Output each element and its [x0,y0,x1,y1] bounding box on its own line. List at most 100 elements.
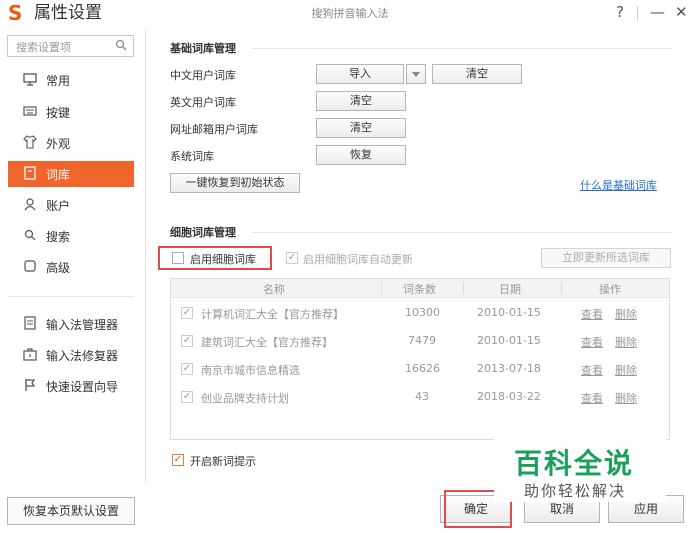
clear-chinese-button[interactable]: 清空 [432,64,522,84]
search-icon [22,228,38,244]
clear-english-button[interactable]: 清空 [316,91,406,111]
watermark: 百科全说 助你轻松解决 [494,436,666,502]
watermark-title: 百科全说 [514,447,635,480]
row-name: 建筑词汇大全【官方推荐】 [201,336,333,349]
search-icon[interactable] [115,39,127,51]
sidebar-item-advanced[interactable]: 高级 [0,254,135,280]
sidebar-tool-ime-repair[interactable]: 输入法修复器 [0,342,135,368]
sidebar-item-label: 按键 [46,106,71,120]
title-divider [637,6,638,20]
square-icon [22,259,38,275]
section-divider [252,48,672,49]
table-row[interactable]: ✓ 创业品牌支持计划 43 2018-03-22 查看 删除 [171,383,669,411]
system-dict-label: 系统词库 [170,150,214,163]
delete-link[interactable]: 删除 [615,390,637,406]
row-name: 南京市城市信息精选 [201,364,300,377]
view-link[interactable]: 查看 [581,390,603,406]
section-divider [252,232,672,233]
search-placeholder: 搜索设置项 [16,41,71,54]
sidebar-tool-label: 输入法修复器 [46,349,119,363]
sidebar-item-label: 词库 [46,168,71,182]
sidebar-divider [8,296,134,297]
sidebar-item-dictionary[interactable]: 词库 [8,161,134,187]
english-dict-label: 英文用户词库 [170,96,236,109]
sidebar-item-label: 账户 [46,199,71,213]
title-bar: S 属性设置 搜狗拼音输入法 ? — ✕ [0,0,692,28]
url-email-dict-label: 网址邮箱用户词库 [170,123,258,136]
highlight-box [158,246,272,270]
import-dropdown-button[interactable] [406,64,426,84]
shirt-icon [22,135,38,151]
search-input[interactable]: 搜索设置项 [7,35,134,57]
keyboard-icon [22,104,38,120]
row-checkbox[interactable]: ✓ [181,391,193,403]
table-row[interactable]: ✓ 计算机词汇大全【官方推荐】 10300 2010-01-15 查看 删除 [171,299,669,327]
chevron-down-icon [412,72,420,77]
view-link[interactable]: 查看 [581,362,603,378]
minimize-button[interactable]: — [650,2,665,22]
column-divider [381,282,382,294]
table-row[interactable]: ✓ 南京市城市信息精选 16626 2013-07-18 查看 删除 [171,355,669,383]
cell-dict-table: 名称 词条数 日期 操作 ✓ 计算机词汇大全【官方推荐】 10300 2010-… [170,278,670,440]
monitor-icon [22,72,38,88]
column-header-date[interactable]: 日期 [499,281,521,297]
row-date: 2010-01-15 [477,306,541,319]
delete-link[interactable]: 删除 [615,334,637,350]
reset-all-button[interactable]: 一键恢复到初始状态 [170,173,300,193]
auto-update-label: 启用细胞词库自动更新 [303,253,413,266]
sidebar-item-keys[interactable]: 按键 [0,99,135,125]
help-button[interactable]: ? [616,2,624,22]
restore-defaults-button[interactable]: 恢复本页默认设置 [7,497,135,525]
sidebar-item-search[interactable]: 搜索 [0,223,135,249]
user-icon [22,197,38,213]
clear-url-email-button[interactable]: 清空 [316,118,406,138]
import-button[interactable]: 导入 [316,64,404,84]
column-divider [463,282,464,294]
view-link[interactable]: 查看 [581,334,603,350]
toolbox-icon [22,347,38,363]
delete-link[interactable]: 删除 [615,306,637,322]
basic-section-title: 基础词库管理 [170,42,236,55]
sidebar-item-label: 常用 [46,74,71,88]
delete-link[interactable]: 删除 [615,362,637,378]
row-checkbox[interactable]: ✓ [181,363,193,375]
column-header-count[interactable]: 词条数 [403,281,436,297]
sidebar-tool-setup-wizard[interactable]: 快速设置向导 [0,373,135,399]
auto-update-checkbox[interactable]: ✓ [286,252,298,264]
column-divider [561,282,562,294]
view-link[interactable]: 查看 [581,306,603,322]
window-subtitle: 搜狗拼音输入法 [311,7,389,20]
row-count: 10300 [405,306,440,319]
sidebar-tool-ime-manager[interactable]: 输入法管理器 [0,311,135,337]
column-header-name[interactable]: 名称 [263,281,285,297]
update-selected-button[interactable]: 立即更新所选词库 [541,248,671,268]
row-count: 43 [415,390,429,403]
sidebar-item-label: 外观 [46,137,71,151]
sidebar-tool-label: 快速设置向导 [46,380,119,394]
basic-dict-help-link[interactable]: 什么是基础词库 [580,177,657,193]
sidebar-item-account[interactable]: 账户 [0,192,135,218]
sogou-logo-icon: S [8,1,23,25]
sidebar-item-common[interactable]: 常用 [0,67,135,93]
new-word-label: 开启新词提示 [190,455,256,468]
restore-system-button[interactable]: 恢复 [316,145,406,165]
row-count: 16626 [405,362,440,375]
sidebar-item-label: 高级 [46,261,71,275]
row-name: 创业品牌支持计划 [201,392,289,405]
row-checkbox[interactable]: ✓ [181,335,193,347]
book-icon [22,166,38,182]
row-checkbox[interactable]: ✓ [181,307,193,319]
table-header: 名称 词条数 日期 操作 [171,279,669,298]
sidebar-item-appearance[interactable]: 外观 [0,130,135,156]
row-date: 2010-01-15 [477,334,541,347]
sidebar-tool-label: 输入法管理器 [46,318,119,332]
watermark-subtitle: 助你轻松解决 [524,482,627,500]
row-name: 计算机词汇大全【官方推荐】 [201,308,344,321]
close-button[interactable]: ✕ [675,2,688,22]
cell-section-title: 细胞词库管理 [170,226,236,239]
sidebar-item-label: 搜索 [46,230,71,244]
flag-icon [22,378,38,394]
list-icon [22,316,38,332]
table-row[interactable]: ✓ 建筑词汇大全【官方推荐】 7479 2010-01-15 查看 删除 [171,327,669,355]
new-word-checkbox[interactable]: ✓ [172,454,184,466]
